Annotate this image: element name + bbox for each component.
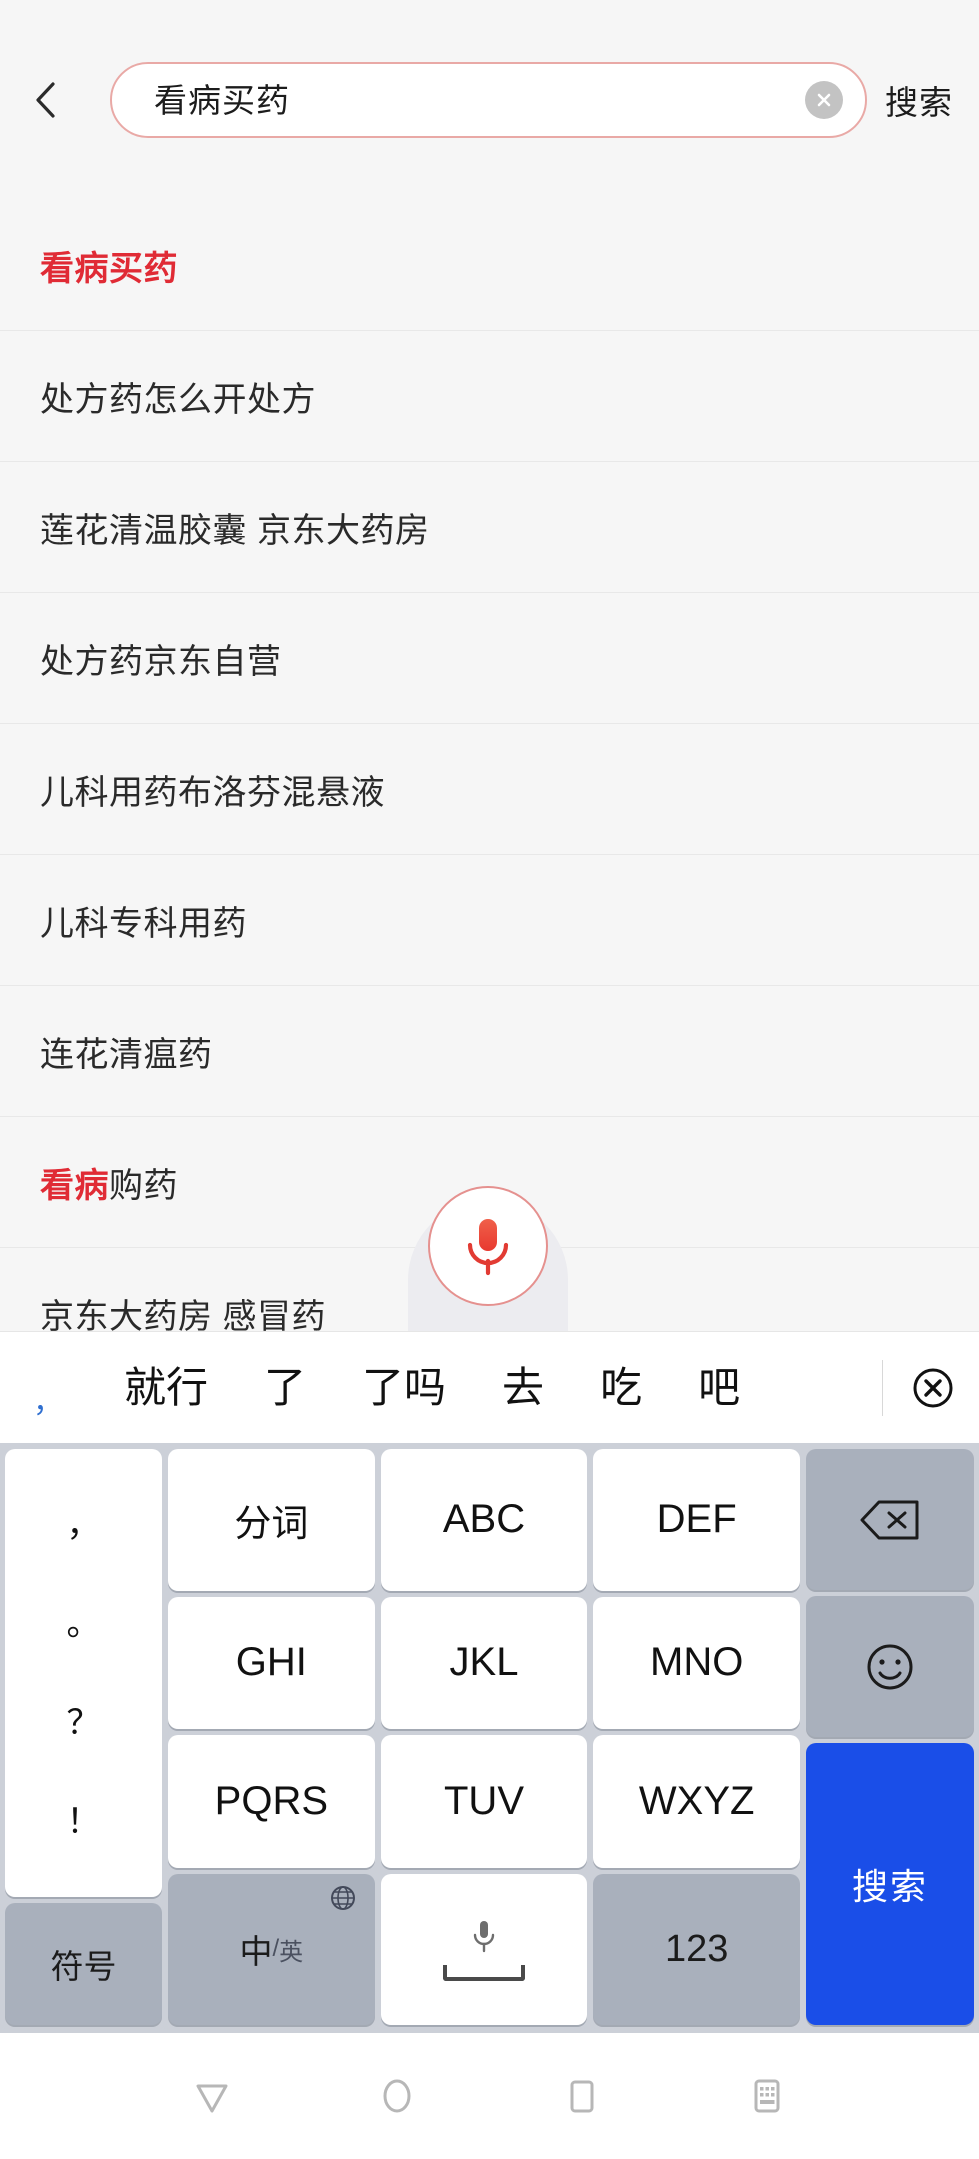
punct-period-label[interactable]: 。 <box>67 1607 101 1641</box>
space-bar-glyph <box>443 1965 525 1981</box>
list-item[interactable]: 儿科专科用药 <box>0 855 979 986</box>
back-button[interactable] <box>34 64 96 136</box>
candidate-comma[interactable]: ， <box>0 1355 96 1421</box>
list-item[interactable]: 看病买药 <box>0 200 979 331</box>
keyboard-punctuation-column: ， 。 ？ ！ 符号 <box>5 1449 162 2025</box>
key-def[interactable]: DEF <box>593 1449 800 1591</box>
nav-back-button[interactable] <box>167 2051 257 2141</box>
symbols-key-label: 符号 <box>51 1940 117 1988</box>
key-tuv[interactable]: TUV <box>381 1735 588 1868</box>
voice-search-button[interactable] <box>428 1186 548 1306</box>
symbols-key[interactable]: 符号 <box>5 1903 162 2025</box>
suggestion-text: 处方药京东自营 <box>40 634 282 683</box>
candidate-item[interactable]: 了 <box>236 1332 334 1443</box>
backspace-key[interactable] <box>806 1449 974 1590</box>
keyboard-row-1: 分词 ABC DEF <box>168 1449 800 1591</box>
suggestion-highlight: 看病买药 <box>40 241 178 290</box>
nav-home-button[interactable] <box>352 2051 442 2141</box>
list-item[interactable]: 儿科用药布洛芬混悬液 <box>0 724 979 855</box>
key-jkl[interactable]: JKL <box>381 1597 588 1730</box>
punctuation-key-group[interactable]: ， 。 ？ ！ <box>5 1449 162 1897</box>
candidate-item[interactable]: 吧 <box>670 1332 768 1443</box>
nav-keyboard-toggle-button[interactable] <box>722 2051 812 2141</box>
search-input-field[interactable]: 看病买药 <box>110 62 867 138</box>
suggestion-text: 儿科专科用药 <box>40 896 247 945</box>
language-toggle-key[interactable]: 中/英 <box>168 1874 375 2026</box>
suggestion-text: 京东大药房 感冒药 <box>40 1289 326 1332</box>
candidate-list: 就行 了 了吗 去 吃 吧 <box>96 1332 878 1443</box>
candidate-divider <box>882 1360 883 1416</box>
nav-keyboard-icon <box>744 2073 790 2119</box>
candidate-item[interactable]: 吃 <box>572 1332 670 1443</box>
key-wxyz[interactable]: WXYZ <box>593 1735 800 1868</box>
key-abc[interactable]: ABC <box>381 1449 588 1591</box>
backspace-icon <box>859 1498 921 1542</box>
keyboard-row-4: 中/英 123 <box>168 1874 800 2026</box>
suggestion-list: 看病买药 处方药怎么开处方 莲花清温胶囊 京东大药房 处方药京东自营 儿科用药布… <box>0 200 979 1331</box>
keyboard-row-3: PQRS TUV WXYZ <box>168 1735 800 1868</box>
back-chevron-icon <box>34 81 56 119</box>
search-header: 看病买药 搜索 <box>0 0 979 200</box>
language-slash: / <box>273 1935 280 1963</box>
suggestion-text: 购药 <box>109 1158 178 1207</box>
key-fenci[interactable]: 分词 <box>168 1449 375 1591</box>
key-ghi[interactable]: GHI <box>168 1597 375 1730</box>
microphone-icon <box>461 1215 515 1277</box>
nav-recents-button[interactable] <box>537 2051 627 2141</box>
globe-icon <box>329 1884 357 1912</box>
key-mno[interactable]: MNO <box>593 1597 800 1730</box>
search-suggestions-screen: 看病买药 搜索 看病买药 处方药怎么开处方 莲花清温胶囊 京东大药房 处方药京东… <box>0 0 979 2159</box>
list-item[interactable]: 处方药京东自营 <box>0 593 979 724</box>
candidate-close-button[interactable] <box>887 1365 979 1411</box>
list-item[interactable]: 莲花清温胶囊 京东大药房 <box>0 462 979 593</box>
search-submit-button[interactable]: 搜索 <box>885 76 953 124</box>
ime-keyboard: ， 。 ？ ！ 符号 分词 ABC DEF GHI JKL MNO PQRS <box>0 1443 979 2033</box>
keyboard-main-keys: 分词 ABC DEF GHI JKL MNO PQRS TUV WXYZ <box>168 1449 800 2025</box>
clear-icon[interactable] <box>805 81 843 119</box>
suggestion-text: 处方药怎么开处方 <box>40 372 316 421</box>
suggestion-text: 连花清瘟药 <box>40 1027 213 1076</box>
candidate-item[interactable]: 就行 <box>96 1332 236 1443</box>
nav-back-triangle-icon <box>189 2073 235 2119</box>
smiley-face-icon <box>863 1640 917 1694</box>
search-send-key[interactable]: 搜索 <box>806 1743 974 2025</box>
list-item[interactable]: 连花清瘟药 <box>0 986 979 1117</box>
emoji-key[interactable] <box>806 1596 974 1737</box>
search-input-value[interactable]: 看病买药 <box>154 84 805 117</box>
suggestion-highlight: 看病 <box>40 1158 109 1207</box>
keyboard-row-2: GHI JKL MNO <box>168 1597 800 1730</box>
ime-candidate-bar: ， 就行 了 了吗 去 吃 吧 <box>0 1331 979 1443</box>
space-key[interactable] <box>381 1874 588 2026</box>
suggestion-text: 儿科用药布洛芬混悬液 <box>40 765 385 814</box>
language-sub-label: 英 <box>279 1932 303 1967</box>
punct-comma-label[interactable]: ， <box>67 1508 101 1542</box>
microphone-small-icon <box>471 1917 497 1957</box>
punct-question-label[interactable]: ？ <box>67 1706 101 1740</box>
numbers-key[interactable]: 123 <box>593 1874 800 2026</box>
clear-x-glyph <box>813 89 835 111</box>
android-navigation-bar <box>0 2033 979 2159</box>
punct-exclaim-label[interactable]: ！ <box>67 1805 101 1839</box>
nav-home-circle-icon <box>374 2073 420 2119</box>
candidate-item[interactable]: 去 <box>474 1332 572 1443</box>
list-item[interactable]: 处方药怎么开处方 <box>0 331 979 462</box>
keyboard-function-column: 搜索 <box>806 1449 974 2025</box>
close-circle-icon <box>910 1365 956 1411</box>
candidate-item[interactable]: 了吗 <box>334 1332 474 1443</box>
language-main-label: 中 <box>240 1925 273 1973</box>
key-pqrs[interactable]: PQRS <box>168 1735 375 1868</box>
nav-recents-square-icon <box>559 2073 605 2119</box>
suggestion-text: 莲花清温胶囊 京东大药房 <box>40 503 429 552</box>
